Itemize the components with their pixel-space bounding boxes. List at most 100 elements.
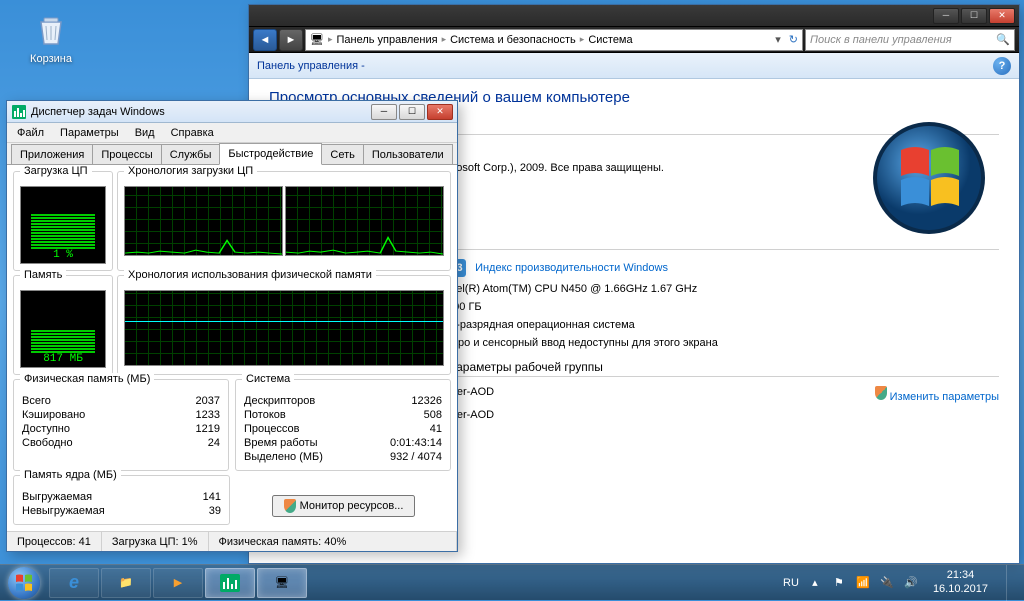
recycle-bin-icon — [31, 10, 71, 50]
maximize-button[interactable]: ☐ — [399, 104, 425, 120]
computer-icon: 🖥 — [275, 576, 289, 589]
breadcrumb-item[interactable]: Панель управления — [337, 34, 438, 46]
volume-icon[interactable]: 🔊 — [903, 575, 919, 591]
tab-networking[interactable]: Сеть — [321, 144, 363, 164]
resource-monitor-area: Монитор ресурсов... — [236, 475, 451, 525]
minimize-button[interactable]: ─ — [933, 8, 959, 24]
arrow-left-icon: ◄ — [260, 34, 271, 46]
windows-logo-icon — [869, 118, 989, 238]
arrow-right-icon: ► — [286, 34, 297, 46]
taskbar-item-taskmgr[interactable] — [205, 568, 255, 598]
value-fullname: Acer-AOD — [444, 409, 999, 421]
window-controls: ─ ☐ ✕ — [371, 104, 453, 120]
nav-back-button[interactable]: ◄ — [253, 29, 277, 51]
tab-applications[interactable]: Приложения — [11, 144, 93, 164]
memory-mb: 817 МБ — [23, 353, 103, 365]
kernel-memory-group: Память ядра (МБ) Выгружаемая141 Невыгруж… — [13, 475, 230, 525]
menu-view[interactable]: Вид — [127, 125, 163, 141]
performance-panel: Загрузка ЦП 1 % Хронология загрузки ЦП П… — [7, 165, 457, 531]
cpu-graph-core1 — [285, 186, 444, 256]
menu-file[interactable]: Файл — [9, 125, 52, 141]
status-bar: Процессов: 41 Загрузка ЦП: 1% Физическая… — [7, 531, 457, 551]
help-icon[interactable]: ? — [993, 57, 1011, 75]
menu-bar: Файл Параметры Вид Справка — [7, 123, 457, 143]
value-pen: Перо и сенсорный ввод недоступны для это… — [444, 337, 999, 349]
desktop-icon-label: Корзина — [30, 53, 72, 65]
network-icon[interactable]: 📶 — [855, 575, 871, 591]
minimize-button[interactable]: ─ — [371, 104, 397, 120]
system-tray: RU ▴ ⚑ 📶 🔌 🔊 21:34 16.10.2017 — [783, 565, 1018, 601]
cpu-usage-meter: Загрузка ЦП 1 % — [13, 171, 113, 271]
task-manager-icon — [220, 574, 240, 592]
shield-icon — [284, 499, 296, 513]
close-button[interactable]: ✕ — [427, 104, 453, 120]
status-memory: Физическая память: 40% — [209, 532, 458, 551]
media-player-icon: ▶ — [174, 576, 182, 589]
taskbar: e 📁 ▶ 🖥 RU ▴ ⚑ 📶 🔌 🔊 21:34 16.10.2017 — [0, 564, 1024, 600]
folder-icon: 📁 — [119, 576, 133, 589]
window-controls: ─ ☐ ✕ — [933, 8, 1015, 24]
nav-toolbar: ◄ ► 🖥▸ Панель управления▸ Система и безо… — [249, 27, 1019, 53]
action-center-icon[interactable]: ⚑ — [831, 575, 847, 591]
desktop-icon-recycle-bin[interactable]: Корзина — [16, 10, 86, 65]
command-bar: Панель управления - ? — [249, 53, 1019, 79]
computer-icon: 🖥 — [310, 33, 324, 46]
battery-icon[interactable]: 🔌 — [879, 575, 895, 591]
breadcrumb[interactable]: 🖥▸ Панель управления▸ Система и безопасн… — [305, 29, 803, 51]
tray-chevron-icon[interactable]: ▴ — [807, 575, 823, 591]
tab-strip: Приложения Процессы Службы Быстродействи… — [7, 143, 457, 165]
cpu-graph-core0 — [124, 186, 283, 256]
chevron-down-icon[interactable]: ▾ — [775, 33, 781, 46]
clock[interactable]: 21:34 16.10.2017 — [927, 569, 994, 595]
taskbar-item-ie[interactable]: e — [49, 568, 99, 598]
maximize-button[interactable]: ☐ — [961, 8, 987, 24]
start-button[interactable] — [0, 565, 48, 601]
tab-services[interactable]: Службы — [161, 144, 221, 164]
system-group: Система Дескрипторов12326 Потоков508 Про… — [235, 379, 451, 471]
memory-history-graph: Хронология использования физической памя… — [117, 275, 451, 375]
tab-performance[interactable]: Быстродействие — [219, 143, 322, 165]
window-title: Диспетчер задач Windows — [31, 106, 371, 118]
menu-options[interactable]: Параметры — [52, 125, 127, 141]
refresh-icon[interactable]: ↻ — [789, 33, 798, 46]
change-settings-link[interactable]: Изменить параметры — [875, 386, 999, 403]
language-indicator[interactable]: RU — [783, 577, 799, 589]
windows-orb-icon — [8, 567, 40, 599]
memory-graph — [124, 290, 444, 366]
value-type: 64-разрядная операционная система — [444, 319, 999, 331]
titlebar[interactable]: ─ ☐ ✕ — [249, 5, 1019, 27]
value-ram: 2,00 ГБ — [444, 301, 999, 313]
cpu-percent: 1 % — [23, 249, 103, 261]
wei-link[interactable]: Индекс производительности Windows — [475, 262, 668, 274]
clock-date: 16.10.2017 — [933, 583, 988, 596]
ie-icon: e — [69, 572, 79, 593]
shield-icon — [875, 386, 887, 400]
resource-monitor-button[interactable]: Монитор ресурсов... — [272, 495, 416, 517]
show-desktop-button[interactable] — [1006, 565, 1018, 601]
search-input[interactable]: Поиск в панели управления 🔍 — [805, 29, 1015, 51]
taskbar-item-explorer[interactable]: 📁 — [101, 568, 151, 598]
task-manager-window: Диспетчер задач Windows ─ ☐ ✕ Файл Парам… — [6, 100, 458, 552]
close-button[interactable]: ✕ — [989, 8, 1015, 24]
taskbar-item-control-panel[interactable]: 🖥 — [257, 568, 307, 598]
menu-help[interactable]: Справка — [163, 125, 222, 141]
value-rating: 2,3 Индекс производительности Windows — [444, 259, 999, 277]
breadcrumb-item[interactable]: Система — [588, 34, 632, 46]
clock-time: 21:34 — [933, 569, 988, 582]
phys-memory-group: Физическая память (МБ) Всего2037 Кэширов… — [13, 379, 229, 471]
titlebar[interactable]: Диспетчер задач Windows ─ ☐ ✕ — [7, 101, 457, 123]
taskbar-item-media[interactable]: ▶ — [153, 568, 203, 598]
tab-users[interactable]: Пользователи — [363, 144, 453, 164]
nav-forward-button[interactable]: ► — [279, 29, 303, 51]
cp-home-link[interactable]: Панель управления - — [257, 60, 365, 72]
task-manager-icon — [11, 104, 27, 120]
status-processes: Процессов: 41 — [7, 532, 102, 551]
value-cpu: Intel(R) Atom(TM) CPU N450 @ 1.66GHz 1.6… — [444, 283, 999, 295]
tab-processes[interactable]: Процессы — [92, 144, 161, 164]
status-cpu: Загрузка ЦП: 1% — [102, 532, 209, 551]
memory-usage-meter: Память 817 МБ — [13, 275, 113, 375]
cpu-history-graph: Хронология загрузки ЦП — [117, 171, 451, 271]
breadcrumb-item[interactable]: Система и безопасность — [450, 34, 576, 46]
search-icon: 🔍 — [996, 33, 1010, 46]
search-placeholder: Поиск в панели управления — [810, 34, 952, 46]
